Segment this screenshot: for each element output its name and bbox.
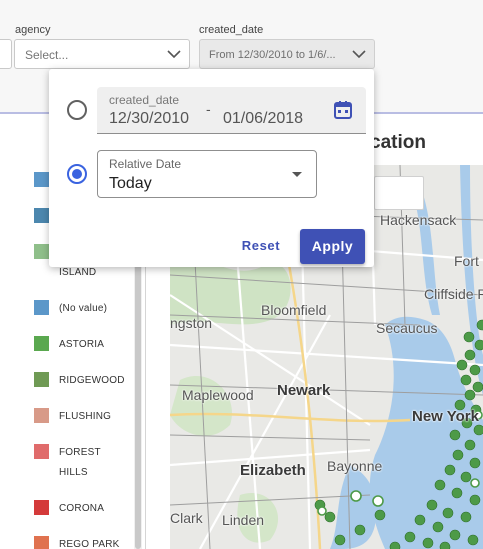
relative-date-label: Relative Date xyxy=(109,157,182,171)
legend-swatch xyxy=(34,372,49,387)
date-from-value[interactable]: 12/30/2010 xyxy=(109,110,189,128)
map-place-label: Newark xyxy=(277,382,331,399)
map-place-label: Secaucus xyxy=(376,320,438,336)
map-place-label: Linden xyxy=(222,512,265,528)
chevron-down-icon xyxy=(167,50,181,59)
date-range-radio[interactable] xyxy=(67,100,87,120)
legend-swatch xyxy=(34,208,49,223)
legend-swatch xyxy=(34,444,49,459)
agency-select-placeholder: Select... xyxy=(25,48,69,62)
legend-label: REGO PARK xyxy=(59,539,120,549)
chevron-down-icon xyxy=(352,50,366,59)
date-to-value[interactable]: 01/06/2018 xyxy=(223,110,303,128)
map-title: cation xyxy=(370,132,426,153)
agency-select[interactable]: Select... xyxy=(14,39,190,69)
legend-swatch xyxy=(34,244,49,259)
map-search-box[interactable] xyxy=(374,176,424,210)
legend-label: ASTORIA xyxy=(59,339,105,350)
legend-label: FOREST xyxy=(59,447,101,458)
legend-swatch xyxy=(34,172,49,187)
created-date-select[interactable]: From 12/30/2010 to 1/6/... xyxy=(199,39,375,69)
calendar-icon[interactable] xyxy=(333,100,353,120)
previous-filter-select[interactable] xyxy=(0,39,12,69)
map-place-label: Cliffside Pa xyxy=(424,286,483,302)
reset-button[interactable]: Reset xyxy=(231,229,291,263)
date-range-field[interactable]: created_date 12/30/2010 - 01/06/2018 xyxy=(97,87,366,134)
legend-swatch xyxy=(34,336,49,351)
relative-date-radio[interactable] xyxy=(67,164,87,184)
dropdown-caret-icon xyxy=(292,172,302,177)
map-place-label: Fort xyxy=(454,253,479,269)
map-place-label: New York xyxy=(412,408,479,425)
map-place-label: Elizabeth xyxy=(240,462,306,479)
agency-filter-label: agency xyxy=(15,24,51,36)
date-range-separator: - xyxy=(206,101,211,117)
legend-swatch xyxy=(34,536,49,549)
legend-label: RIDGEWOOD xyxy=(59,375,125,386)
map-place-label: ngston xyxy=(170,315,213,331)
map-place-label: Hackensack xyxy=(380,212,457,228)
apply-button[interactable]: Apply xyxy=(300,229,365,264)
map-place-label: Maplewood xyxy=(182,387,254,403)
created-date-filter-label: created_date xyxy=(199,24,264,36)
legend-swatch xyxy=(34,408,49,423)
map-place-label: Clark xyxy=(170,510,203,526)
map-place-label: Bloomfield xyxy=(261,302,327,318)
relative-date-select[interactable]: Relative Date Today xyxy=(97,150,317,198)
legend-label: FLUSHING xyxy=(59,411,112,422)
legend-swatch xyxy=(34,300,49,315)
date-range-label: created_date xyxy=(109,93,180,107)
legend-label: (No value) xyxy=(59,303,108,314)
legend-label: ISLAND xyxy=(59,267,97,278)
legend-label: CORONA xyxy=(59,503,105,514)
legend-swatch xyxy=(34,500,49,515)
legend-label: HILLS xyxy=(59,467,88,478)
relative-date-value: Today xyxy=(109,175,152,192)
map-place-label: Bayonne xyxy=(327,458,383,474)
created-date-select-value: From 12/30/2010 to 1/6/... xyxy=(209,49,336,61)
